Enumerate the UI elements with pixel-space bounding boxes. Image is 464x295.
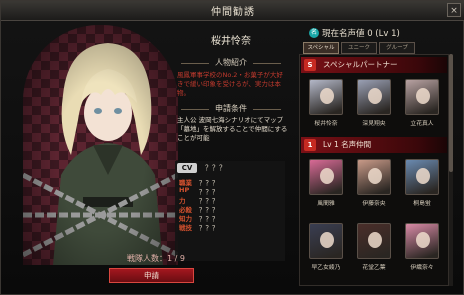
partner-card[interactable]: 桜井怜奈 [306,79,346,131]
partner-card[interactable]: 花堂乙葉 [354,223,394,275]
partner-portrait [405,223,439,259]
partner-name: 立花真人 [410,121,434,127]
partner-portrait [309,79,343,115]
requirements-heading: 申請条件 [181,103,281,115]
partner-portrait [357,159,391,195]
special-partner-header: S スペシャルパートナー [301,57,447,73]
partner-portrait [405,79,439,115]
character-name: 桜井怜奈 [211,36,251,47]
profile-heading: 人物紹介 [181,57,281,69]
partner-portrait [357,223,391,259]
apply-button[interactable]: 申請 [109,268,194,283]
partner-face [320,168,334,184]
partner-card[interactable]: 伊藤奈央 [354,159,394,211]
tab-group[interactable]: グループ [379,42,415,54]
stat-row-power: 力 ？？？ [179,195,283,205]
special-title: スペシャルパートナー [323,60,398,69]
partner-card[interactable]: 早乙女綾乃 [306,223,346,275]
partner-name: 伊藤奈央 [362,201,386,207]
requirements-text: 主人公 波岡七海シナリオにてマップ「墓地」を解放することで仲間にすることが可能 [177,116,288,142]
recruit-window: 仲間勧誘 × 桜井怜奈 人物紹介 風鳳軍事学校のNo.2・お菓子が大好きで緩い印… [0,0,464,295]
partner-face [320,88,334,104]
partner-face [416,232,430,248]
partner-portrait [357,79,391,115]
partner-list[interactable]: S スペシャルパートナー 桜井怜奈 深見翔央 立花真人 1 Lv 1 名声仲間 風間… [299,54,449,286]
stat-label: 戦技 [179,224,192,232]
lv1-partner-header: 1 Lv 1 名声仲間 [301,137,447,153]
lv1-title: Lv 1 名声仲間 [323,140,372,149]
partner-card[interactable]: 深見翔央 [354,79,394,131]
portrait-vignette [23,25,178,265]
partner-name: 早乙女綾乃 [311,265,341,271]
partner-face [416,168,430,184]
partner-face [368,88,382,104]
character-portrait [23,25,178,265]
close-button[interactable]: × [447,3,461,17]
stat-value: ？？？ [199,224,219,232]
scrollbar-thumb[interactable] [449,54,453,172]
character-info: 桜井怜奈 人物紹介 風鳳軍事学校のNo.2・お菓子が大好きで緩い印象を受けるが、… [171,23,291,277]
cv-badge: CV [177,163,197,173]
partner-face [368,168,382,184]
partner-name: 伊織奈々 [410,265,434,271]
profile-text: 風鳳軍事学校のNo.2・お菓子が大好きで緩い印象を受けるが、実力は本物。 [177,71,283,97]
scrollbar[interactable] [449,54,453,286]
partner-name: 深見翔央 [362,121,386,127]
partner-card[interactable]: 立花真人 [402,79,442,131]
partner-face [368,232,382,248]
cv-value: ？？？ [205,164,226,172]
stat-row-technique: 戦技 ？？？ [179,222,283,232]
partner-portrait [405,159,439,195]
partner-card[interactable]: 風間雅 [306,159,346,211]
team-count: 戦隊人数：1 / 9 [127,254,185,263]
partner-face [320,232,334,248]
partner-name: 桐島蛍 [413,201,431,207]
title-bar: 仲間勧誘 × [1,1,464,21]
tab-special[interactable]: スペシャル [303,42,339,54]
partner-name: 花堂乙葉 [362,265,386,271]
partner-portrait [309,223,343,259]
tab-unique[interactable]: ユニーク [341,42,377,54]
stat-row-hp: HP ？？？ [179,186,283,196]
window-title: 仲間勧誘 [211,7,255,18]
lv1-badge: 1 [304,139,316,151]
special-badge: S [304,59,316,71]
fame-label: 現在名声値 0 (Lv 1) [322,29,400,39]
stat-row-special: 必殺 ？？？ [179,204,283,214]
partner-card[interactable]: 伊織奈々 [402,223,442,275]
stat-label: HP [179,186,190,194]
partner-name: 風間雅 [317,201,335,207]
partner-card[interactable]: 桐島蛍 [402,159,442,211]
partner-face [416,88,430,104]
partner-name: 桜井怜奈 [314,121,338,127]
fame-icon: 名 [309,28,319,38]
partner-portrait [309,159,343,195]
stat-row-intellect: 知力 ？？？ [179,213,283,223]
stat-row-job: 職業 ？？？ [179,177,283,187]
partner-panel: 名 現在名声値 0 (Lv 1) スペシャル ユニーク グループ S スペシャル… [296,22,456,290]
stat-card: CV ？？？ 職業 ？？？ HP ？？？ 力 ？？？ 必殺 ？？？ 知力 ？？？ [175,161,285,261]
